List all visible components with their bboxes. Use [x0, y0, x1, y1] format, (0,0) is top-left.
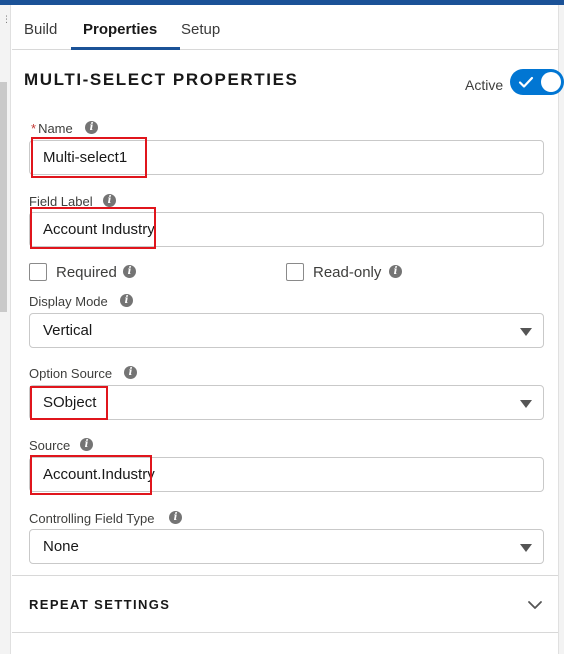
name-label-text: Name — [38, 121, 73, 136]
source-input[interactable]: Account.Industry — [29, 457, 544, 492]
info-icon[interactable]: i — [124, 366, 137, 379]
option-source-label: Option Source — [29, 366, 113, 381]
required-mark: * — [31, 121, 37, 136]
display-mode-value: Vertical — [43, 322, 93, 339]
display-mode-label: Display Mode — [29, 294, 108, 309]
gutter-handle-icon: ⋮ — [2, 14, 11, 24]
name-label: * Name — [31, 121, 73, 136]
active-toggle[interactable] — [510, 69, 564, 95]
info-icon[interactable]: i — [120, 294, 133, 307]
read-only-checkbox[interactable] — [286, 263, 304, 281]
display-mode-select[interactable]: Vertical — [29, 313, 544, 348]
option-source-value: SObject — [43, 394, 97, 411]
info-icon[interactable]: i — [103, 194, 116, 207]
chevron-down-icon[interactable] — [527, 598, 543, 612]
source-input-value: Account.Industry — [43, 466, 155, 483]
tab-setup[interactable]: Setup — [181, 21, 220, 38]
tab-properties[interactable]: Properties — [83, 21, 157, 38]
name-input-value: Multi-select1 — [43, 149, 128, 166]
source-label: Source — [29, 438, 71, 453]
field-label-input[interactable]: Account Industry — [29, 212, 544, 247]
info-icon[interactable]: i — [169, 511, 182, 524]
panel-title: MULTI-SELECT PROPERTIES — [24, 70, 299, 89]
active-tab-indicator — [71, 47, 180, 50]
option-source-select[interactable]: SObject — [29, 385, 544, 420]
info-icon[interactable]: i — [123, 265, 136, 278]
required-label: Required — [56, 264, 117, 281]
controlling-field-type-label: Controlling Field Type — [29, 511, 155, 526]
caret-down-icon — [520, 544, 532, 552]
name-input[interactable]: Multi-select1 — [29, 140, 544, 175]
required-checkbox[interactable] — [29, 263, 47, 281]
repeat-settings-title[interactable]: REPEAT SETTINGS — [29, 597, 170, 612]
section-divider — [12, 575, 558, 576]
info-icon[interactable]: i — [389, 265, 402, 278]
info-icon[interactable]: i — [85, 121, 98, 134]
toggle-knob — [541, 72, 561, 92]
caret-down-icon — [520, 328, 532, 336]
field-label-label: Field Label — [29, 194, 93, 209]
tab-build[interactable]: Build — [24, 21, 57, 38]
read-only-label: Read-only — [313, 264, 382, 281]
check-icon — [518, 76, 534, 88]
active-label: Active — [465, 77, 504, 93]
controlling-field-type-select[interactable]: None — [29, 529, 544, 564]
right-scrollbar[interactable] — [558, 5, 564, 654]
section-divider — [12, 632, 558, 633]
controlling-field-type-value: None — [43, 538, 79, 555]
tab-bar: Build Properties Setup — [12, 5, 558, 50]
info-icon[interactable]: i — [80, 438, 93, 451]
field-label-input-value: Account Industry — [43, 221, 155, 238]
caret-down-icon — [520, 400, 532, 408]
left-scrollbar[interactable] — [0, 82, 7, 312]
